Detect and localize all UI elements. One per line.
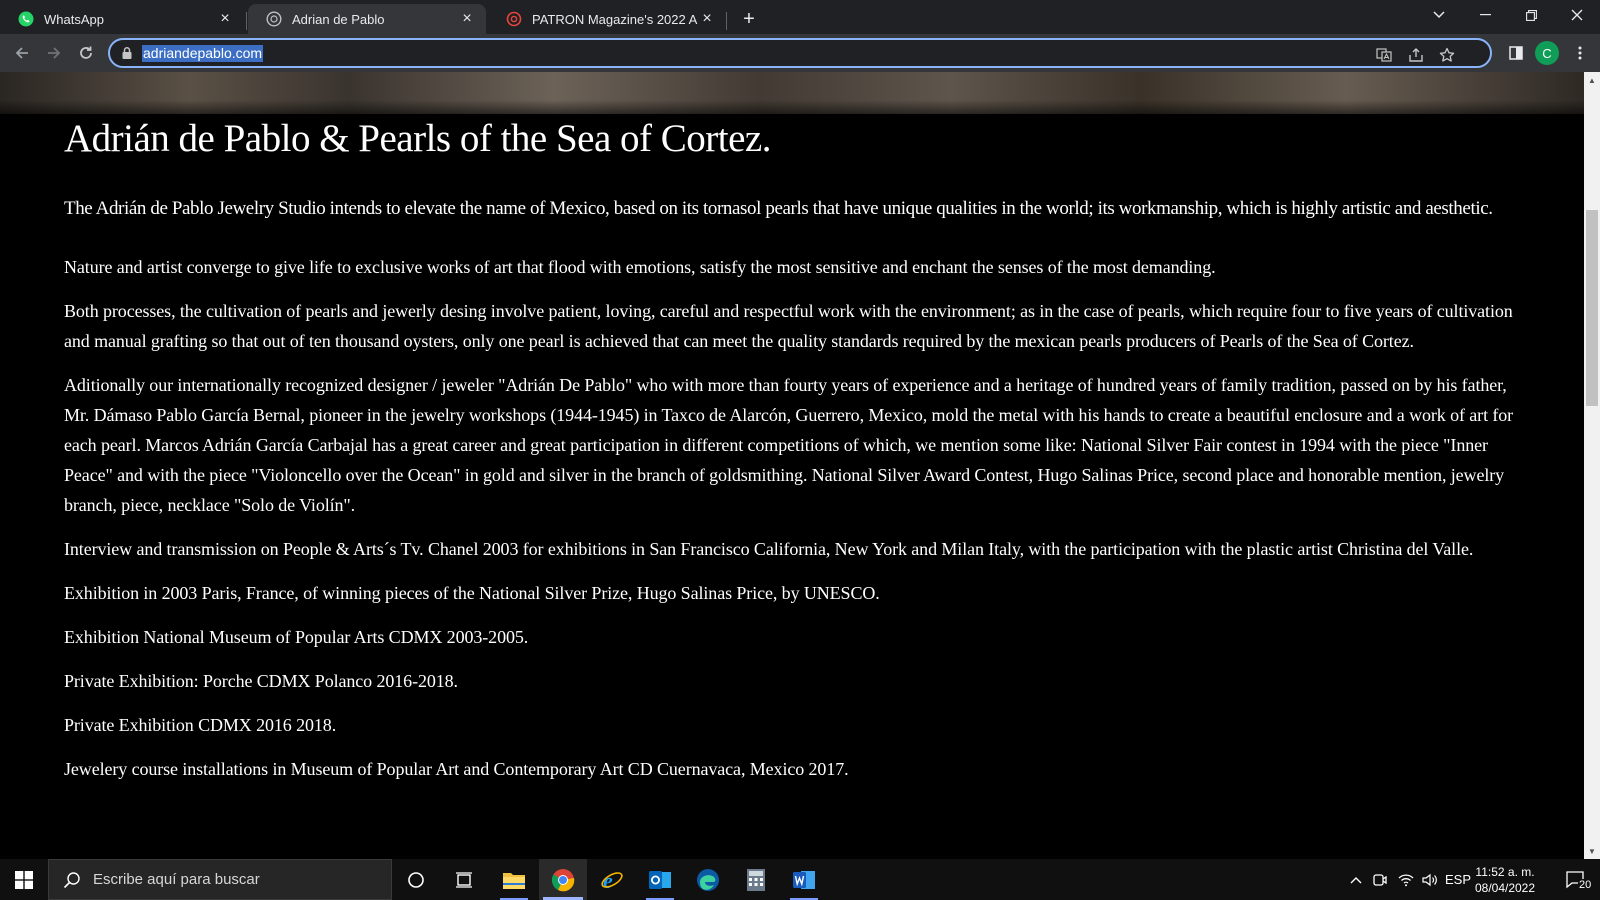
cortana-button[interactable] [392,859,440,900]
minimize-button[interactable] [1462,0,1508,30]
tab-adrian-de-pablo[interactable]: Adrian de Pablo × [248,4,486,34]
file-explorer-button[interactable] [490,859,538,900]
browser-toolbar: adriandepablo.com C [0,34,1600,72]
chrome-button[interactable] [539,859,587,900]
tab-search-icon[interactable] [1416,0,1462,30]
input-language[interactable]: ESP [1445,859,1471,900]
page-scrollbar[interactable]: ▲ ▼ [1584,72,1600,859]
article-paragraph: Jewelery course installations in Museum … [64,759,849,779]
translate-icon[interactable] [1374,45,1394,65]
volume-button[interactable] [1420,859,1440,900]
task-view-button[interactable] [440,859,488,900]
article-paragraph: Exhibition National Museum of Popular Ar… [64,627,529,647]
profile-avatar[interactable]: C [1535,41,1559,65]
word-button[interactable] [780,859,828,900]
meet-now-button[interactable] [1370,859,1390,900]
tab-patron-magazine[interactable]: PATRON Magazine's 2022 April/M × [488,4,726,34]
article-paragraph: Both processes, the cultivation of pearl… [64,301,1513,351]
windows-taskbar: Escribe aquí para buscar e ESP 11:52 a. … [0,859,1600,900]
show-hidden-icons-button[interactable] [1346,859,1366,900]
taskbar-search-box[interactable]: Escribe aquí para buscar [48,859,392,900]
article-paragraph: Interview and transmission on People & A… [64,539,1474,559]
speaker-icon [1422,873,1437,886]
close-tab-icon[interactable]: × [216,10,234,28]
forward-button[interactable] [40,39,68,67]
address-bar[interactable]: adriandepablo.com [108,38,1492,68]
action-center-button[interactable]: 20 [1552,859,1600,900]
url-text[interactable]: adriandepablo.com [142,44,264,62]
new-tab-button[interactable]: + [736,6,762,32]
tab-title: PATRON Magazine's 2022 April/M [532,11,698,27]
hero-image [0,72,1584,114]
intro-paragraph: The Adrián de Pablo Jewelry Studio inten… [64,198,1493,219]
globe-icon [266,11,282,27]
scroll-up-arrow-icon[interactable]: ▲ [1584,72,1600,88]
article-paragraph: Private Exhibition: Porche CDMX Polanco … [64,671,458,691]
arrow-left-icon [15,47,28,59]
edge-button[interactable] [684,859,732,900]
task-view-icon [456,871,472,888]
wifi-icon [1398,873,1414,886]
folder-icon [503,872,525,889]
chrome-icon [551,868,575,891]
calculator-button[interactable] [732,859,780,900]
page-viewport: Adrián de Pablo & Pearls of the Sea of C… [0,72,1584,859]
word-icon [793,870,815,889]
article-paragraph: Aditionally our internationally recogniz… [64,375,1514,515]
close-tab-icon[interactable]: × [458,10,476,28]
lock-icon[interactable] [120,46,134,60]
scroll-down-arrow-icon[interactable]: ▼ [1584,843,1600,859]
arrow-right-icon [48,47,61,59]
internet-explorer-icon: e [601,868,623,892]
page-title: Adrián de Pablo & Pearls of the Sea of C… [64,117,771,160]
webcam-icon [1373,873,1387,886]
tab-title: Adrian de Pablo [292,11,385,27]
notification-count: 20 [1578,879,1593,891]
kebab-menu-icon[interactable] [1570,43,1590,63]
restore-button[interactable] [1508,0,1554,30]
chevron-up-icon [1350,876,1362,883]
clock-time: 11:52 a. m. [1475,865,1535,879]
article-paragraph: Exhibition in 2003 Paris, France, of win… [64,583,880,603]
internet-explorer-button[interactable]: e [588,859,636,900]
tab-strip: WhatsApp × Adrian de Pablo × PATRON Maga… [0,0,1600,34]
clock-date: 08/04/2022 [1474,881,1536,895]
outlook-button[interactable] [636,859,684,900]
tab-title: WhatsApp [44,11,104,27]
article-paragraph: Nature and artist converge to give life … [64,257,1216,277]
side-panel-icon[interactable] [1506,43,1526,63]
network-button[interactable] [1396,859,1416,900]
back-button[interactable] [8,39,36,67]
reload-icon [80,46,92,59]
reload-button[interactable] [72,39,100,67]
close-window-button[interactable] [1554,0,1600,30]
cortana-circle-icon [408,871,424,888]
tab-whatsapp[interactable]: WhatsApp × [0,4,244,34]
whatsapp-icon [18,11,34,27]
patron-icon [506,11,522,27]
search-placeholder: Escribe aquí para buscar [93,871,260,888]
start-button[interactable] [0,859,48,900]
edge-icon [697,868,719,891]
close-tab-icon[interactable]: × [698,10,716,28]
article-body: Adrián de Pablo & Pearls of the Sea of C… [64,114,1524,784]
article-paragraph: Private Exhibition CDMX 2016 2018. [64,715,337,735]
scrollbar-thumb[interactable] [1586,210,1598,406]
outlook-icon [649,870,671,889]
system-clock[interactable]: 11:52 a. m. 08/04/2022 [1470,864,1540,896]
calculator-icon [747,868,765,891]
share-icon[interactable] [1406,45,1426,65]
tab-divider [246,12,247,30]
windows-logo-icon [15,870,33,889]
tab-divider [726,12,727,30]
bookmark-star-icon[interactable] [1437,45,1457,65]
search-icon [63,871,80,888]
